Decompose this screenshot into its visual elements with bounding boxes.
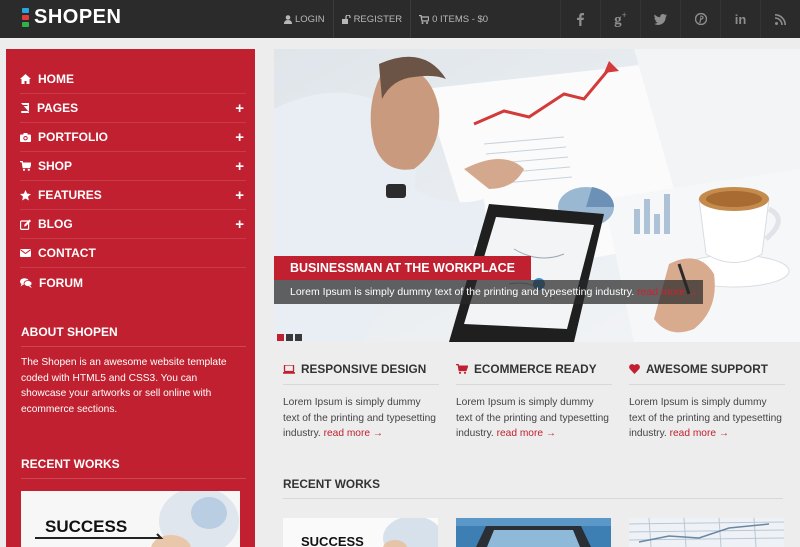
laptop-icon [283, 364, 295, 374]
menu-item-portfolio[interactable]: PORTFOLIO + [20, 123, 246, 152]
slide-caption-body: Lorem Ipsum is simply dummy text of the … [290, 286, 635, 298]
comments-icon [20, 277, 32, 288]
expand-plus-icon[interactable]: + [235, 158, 244, 175]
logo-text: SHOPEN [34, 6, 122, 28]
menu-label: PAGES [37, 101, 79, 115]
pinterest-icon[interactable] [680, 0, 720, 38]
unlock-icon [341, 14, 351, 24]
slide-read-more-link[interactable]: read more → [637, 286, 698, 298]
login-link[interactable]: LOGIN [276, 0, 333, 38]
expand-plus-icon[interactable]: + [235, 216, 244, 233]
heart-icon [629, 364, 640, 374]
rss-icon[interactable] [760, 0, 800, 38]
menu-label: PORTFOLIO [38, 130, 108, 144]
recent-work-item[interactable] [629, 518, 784, 547]
menu-label: HOME [38, 72, 74, 86]
menu-item-contact[interactable]: CONTACT [20, 239, 246, 268]
expand-plus-icon[interactable]: + [235, 187, 244, 204]
success-thumb-text: SUCCESS [301, 534, 364, 547]
slider-pagination [277, 334, 302, 341]
recent-work-thumbnail[interactable]: SUCCESS [21, 491, 240, 547]
menu-item-pages[interactable]: PAGES + [20, 94, 246, 123]
hero-slider[interactable]: BUSINESSMAN AT THE WORKPLACE Lorem Ipsum… [274, 49, 800, 342]
social-links: g+ in [560, 0, 800, 38]
slide-caption-text: Lorem Ipsum is simply dummy text of the … [274, 280, 703, 304]
google-plus-icon[interactable]: g+ [600, 0, 640, 38]
register-link[interactable]: REGISTER [334, 0, 411, 38]
recent-works-heading: RECENT WORKS [21, 457, 120, 471]
feature-support: AWESOME SUPPORT Lorem Ipsum is simply du… [629, 360, 785, 442]
about-heading: ABOUT SHOPEN [21, 325, 118, 339]
recent-work-item[interactable] [456, 518, 611, 547]
feature-title: RESPONSIVE DESIGN [301, 362, 427, 376]
menu-label: FORUM [39, 275, 83, 290]
slider-dot[interactable] [295, 334, 302, 341]
envelope-icon [20, 249, 31, 257]
feature-read-more-link[interactable]: read more → [324, 428, 383, 439]
menu-item-blog[interactable]: BLOG + [20, 210, 246, 239]
feature-ecommerce: ECOMMERCE READY Lorem Ipsum is simply du… [456, 360, 612, 442]
feature-title: AWESOME SUPPORT [646, 362, 768, 376]
twitter-icon[interactable] [640, 0, 680, 38]
slider-dot[interactable] [277, 334, 284, 341]
user-icon [284, 14, 292, 24]
expand-plus-icon[interactable]: + [235, 129, 244, 146]
recent-works-divider [21, 478, 246, 479]
recent-work-item[interactable]: SUCCESS [283, 518, 438, 547]
slide-caption-title: BUSINESSMAN AT THE WORKPLACE [274, 256, 531, 280]
success-image: SUCCESS [21, 491, 240, 547]
star-icon [20, 189, 31, 200]
menu-item-features[interactable]: FEATURES + [20, 181, 246, 210]
recent-works-title: RECENT WORKS [283, 477, 380, 491]
login-label: LOGIN [295, 13, 325, 25]
sidebar-menu: HOME PAGES + PORTFOLIO + SHOP + FEATURES… [20, 65, 246, 297]
about-divider [21, 346, 246, 347]
top-nav: LOGIN REGISTER 0 ITEMS - $0 [276, 0, 496, 38]
menu-label: FEATURES [38, 188, 102, 202]
home-icon [20, 74, 31, 84]
success-thumb-image: SUCCESS [283, 518, 438, 547]
menu-item-forum[interactable]: FORUM [20, 268, 246, 297]
menu-item-shop[interactable]: SHOP + [20, 152, 246, 181]
expand-plus-icon[interactable]: + [235, 100, 244, 117]
top-bar: SHOPEN LOGIN REGISTER 0 ITEMS - $0 g+ in [0, 0, 800, 38]
slider-dot[interactable] [286, 334, 293, 341]
menu-label: SHOP [38, 159, 73, 173]
cart-link[interactable]: 0 ITEMS - $0 [411, 0, 496, 38]
menu-item-home[interactable]: HOME [20, 65, 246, 94]
cart-icon [456, 364, 468, 374]
cart-label: 0 ITEMS - $0 [432, 13, 489, 25]
camera-icon [20, 132, 31, 142]
feature-responsive: RESPONSIVE DESIGN Lorem Ipsum is simply … [283, 360, 439, 442]
recent-works-divider [283, 498, 783, 499]
edit-icon [20, 219, 31, 230]
tablet-thumb-image [456, 518, 611, 547]
book-icon [21, 103, 29, 113]
about-text: The Shopen is an awesome website templat… [21, 357, 227, 415]
logo-mark-icon [22, 7, 29, 28]
feature-title: ECOMMERCE READY [474, 362, 597, 376]
feature-read-more-link[interactable]: read more → [670, 428, 729, 439]
sidebar: HOME PAGES + PORTFOLIO + SHOP + FEATURES… [6, 49, 255, 547]
cart-icon [20, 161, 31, 171]
cart-icon [419, 14, 430, 24]
facebook-icon[interactable] [560, 0, 600, 38]
linkedin-icon[interactable]: in [720, 0, 760, 38]
charts-thumb-image [629, 518, 784, 547]
logo[interactable]: SHOPEN [22, 6, 121, 29]
success-thumb-text: SUCCESS [45, 517, 127, 536]
menu-label: BLOG [38, 217, 73, 231]
feature-read-more-link[interactable]: read more → [497, 428, 556, 439]
register-label: REGISTER [353, 13, 403, 25]
menu-label: CONTACT [38, 246, 96, 260]
